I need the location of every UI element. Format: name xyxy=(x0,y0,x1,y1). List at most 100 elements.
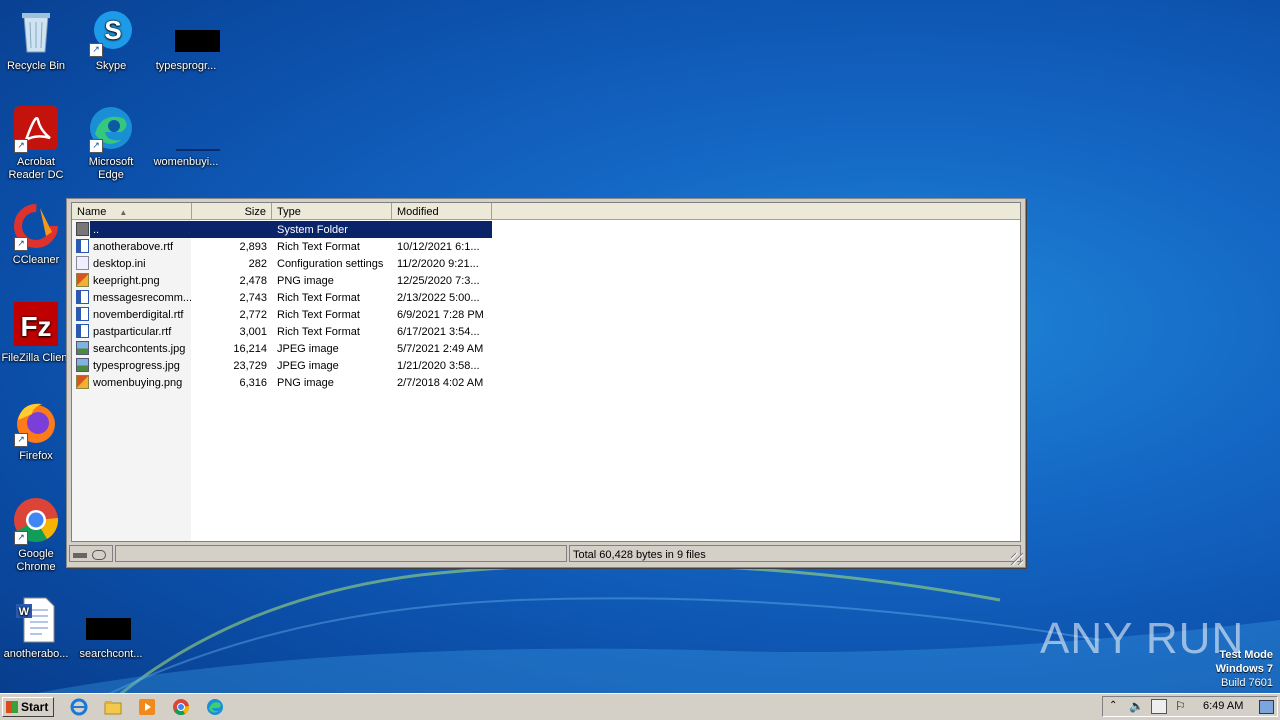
file-size: 3,001 xyxy=(239,326,267,338)
file-size: 2,743 xyxy=(239,292,267,304)
svg-text:W: W xyxy=(19,606,30,618)
file-modified: 2/13/2022 5:00... xyxy=(397,292,480,304)
status-icons-segment xyxy=(69,545,113,562)
file-row[interactable]: pastparticular.rtf 3,001 Rich Text Forma… xyxy=(72,323,1020,340)
file-modified: 6/9/2021 7:28 PM xyxy=(397,309,484,321)
key-icon xyxy=(92,550,107,561)
png-image-icon xyxy=(76,273,89,287)
file-size: 2,893 xyxy=(239,241,267,253)
desktop-icon-filezilla[interactable]: Fz FileZilla Client xyxy=(0,300,72,365)
file-modified: 1/21/2020 3:58... xyxy=(397,360,480,372)
shortcut-arrow-icon: ↗ xyxy=(14,433,28,447)
desktop-icon-label: searchcont... xyxy=(79,648,143,660)
desktop-icon-acrobat[interactable]: ↗ Acrobat Reader DC xyxy=(0,104,72,182)
desktop-icon-chrome[interactable]: ↗ Google Chrome xyxy=(0,496,72,574)
file-row[interactable]: womenbuying.png 6,316 PNG image 2/7/2018… xyxy=(72,374,1020,391)
system-tray: ⌃ 🔈 ⚐ 6:49 AM xyxy=(1102,696,1278,717)
network-icon[interactable] xyxy=(1151,699,1167,714)
edge-icon[interactable] xyxy=(206,698,224,716)
resize-grip-icon[interactable] xyxy=(1011,553,1023,565)
file-name: pastparticular.rtf xyxy=(93,326,172,338)
chrome-icon[interactable] xyxy=(172,698,190,716)
shortcut-arrow-icon: ↗ xyxy=(14,139,28,153)
desktop-icon-recycle-bin[interactable]: Recycle Bin xyxy=(0,8,72,73)
column-header-type[interactable]: Type xyxy=(272,203,392,220)
start-label: Start xyxy=(21,700,49,714)
test-mode-notice: Test Mode Windows 7 Build 7601 xyxy=(1216,648,1273,690)
rtf-document-icon xyxy=(76,290,89,304)
column-header-name[interactable]: Name ▲ xyxy=(72,203,192,220)
file-row[interactable]: keepright.png 2,478 PNG image 12/25/2020… xyxy=(72,272,1020,289)
show-hidden-icons-icon[interactable]: ⌃ xyxy=(1109,700,1117,711)
file-size: 2,478 xyxy=(239,275,267,287)
file-name: womenbuying.png xyxy=(93,377,183,389)
start-button[interactable]: Start xyxy=(2,697,54,717)
file-name: .. xyxy=(93,224,100,236)
desktop-icon-skype[interactable]: S ↗ Skype xyxy=(75,8,147,73)
file-row[interactable]: desktop.ini 282 Configuration settings 1… xyxy=(72,255,1020,272)
file-size: 6,316 xyxy=(239,377,267,389)
edge-icon: ↗ xyxy=(87,104,135,153)
file-type: Rich Text Format xyxy=(277,241,360,253)
file-row[interactable]: typesprogress.jpg 23,729 JPEG image 1/21… xyxy=(72,357,1020,374)
file-type: PNG image xyxy=(277,377,334,389)
folder-icon xyxy=(76,222,89,236)
desktop-icon-edge[interactable]: ↗ Microsoft Edge xyxy=(75,104,147,182)
taskbar: Start ⌃ 🔈 ⚐ 6:49 AM xyxy=(0,693,1280,720)
file-row[interactable]: anotherabove.rtf 2,893 Rich Text Format … xyxy=(72,238,1020,255)
column-header-label: Modified xyxy=(397,206,439,218)
os-label: Windows 7 xyxy=(1215,663,1273,675)
recycle-bin-icon xyxy=(12,8,60,56)
volume-icon[interactable]: 🔈 xyxy=(1129,699,1144,713)
desktop-icon-searchcontents[interactable]: searchcont... xyxy=(75,596,147,661)
file-row[interactable]: searchcontents.jpg 16,214 JPEG image 5/7… xyxy=(72,340,1020,357)
internet-explorer-icon[interactable] xyxy=(70,698,88,716)
skype-icon: S ↗ xyxy=(87,8,135,57)
file-name: messagesrecomm... xyxy=(93,292,191,304)
word-document-icon: W xyxy=(12,596,60,644)
file-name: desktop.ini xyxy=(93,258,146,270)
file-name: novemberdigital.rtf xyxy=(93,309,184,321)
desktop-icon-anotherabove[interactable]: W anotherabo... xyxy=(0,596,72,661)
shortcut-arrow-icon: ↗ xyxy=(89,139,103,153)
clock[interactable]: 6:49 AM xyxy=(1203,700,1247,712)
file-row[interactable]: novemberdigital.rtf 2,772 Rich Text Form… xyxy=(72,306,1020,323)
desktop-icon-typesprogress[interactable]: typesprogr... xyxy=(150,8,222,73)
show-desktop-icon[interactable] xyxy=(1259,700,1274,714)
file-name: keepright.png xyxy=(93,275,160,287)
file-name: anotherabove.rtf xyxy=(93,241,174,253)
image-thumbnail-icon xyxy=(162,8,220,56)
file-name: searchcontents.jpg xyxy=(93,343,186,355)
action-center-flag-icon[interactable]: ⚐ xyxy=(1175,699,1186,713)
column-header-modified[interactable]: Modified xyxy=(392,203,492,220)
shortcut-arrow-icon: ↗ xyxy=(14,531,28,545)
status-empty-segment xyxy=(115,545,567,562)
anyrun-watermark: ANY RUN xyxy=(1040,614,1245,663)
desktop-icon-label: typesprogr... xyxy=(155,60,217,72)
ccleaner-icon: ↗ xyxy=(12,202,60,251)
file-size: 2,772 xyxy=(239,309,267,321)
acrobat-icon: ↗ xyxy=(12,104,60,153)
image-thumbnail-icon xyxy=(86,596,135,644)
desktop-icon-firefox[interactable]: ↗ Firefox xyxy=(0,398,72,463)
column-header-filler xyxy=(492,203,1020,220)
file-row-parent-folder[interactable]: .. System Folder xyxy=(72,221,1020,238)
svg-text:S: S xyxy=(104,15,121,45)
file-type: Rich Text Format xyxy=(277,309,360,321)
desktop-icon-womenbuying[interactable]: womenbuyi... xyxy=(150,104,222,169)
shortcut-arrow-icon: ↗ xyxy=(14,237,28,251)
column-header-label: Type xyxy=(277,206,301,218)
column-header-size[interactable]: Size xyxy=(192,203,272,220)
media-player-icon[interactable] xyxy=(138,698,156,716)
status-bar: Total 60,428 bytes in 9 files xyxy=(69,545,1021,563)
file-type: JPEG image xyxy=(277,360,339,372)
image-thumbnail-icon xyxy=(162,104,220,152)
desktop-icon-ccleaner[interactable]: ↗ CCleaner xyxy=(0,202,72,267)
file-row[interactable]: messagesrecomm... 2,743 Rich Text Format… xyxy=(72,289,1020,306)
rtf-document-icon xyxy=(76,307,89,321)
sort-ascending-icon: ▲ xyxy=(119,208,128,217)
file-name: typesprogress.jpg xyxy=(93,360,180,372)
file-explorer-icon[interactable] xyxy=(104,698,122,716)
file-list: Name ▲ Size Type Modified .. System Fold… xyxy=(71,202,1021,542)
file-type: Rich Text Format xyxy=(277,326,360,338)
